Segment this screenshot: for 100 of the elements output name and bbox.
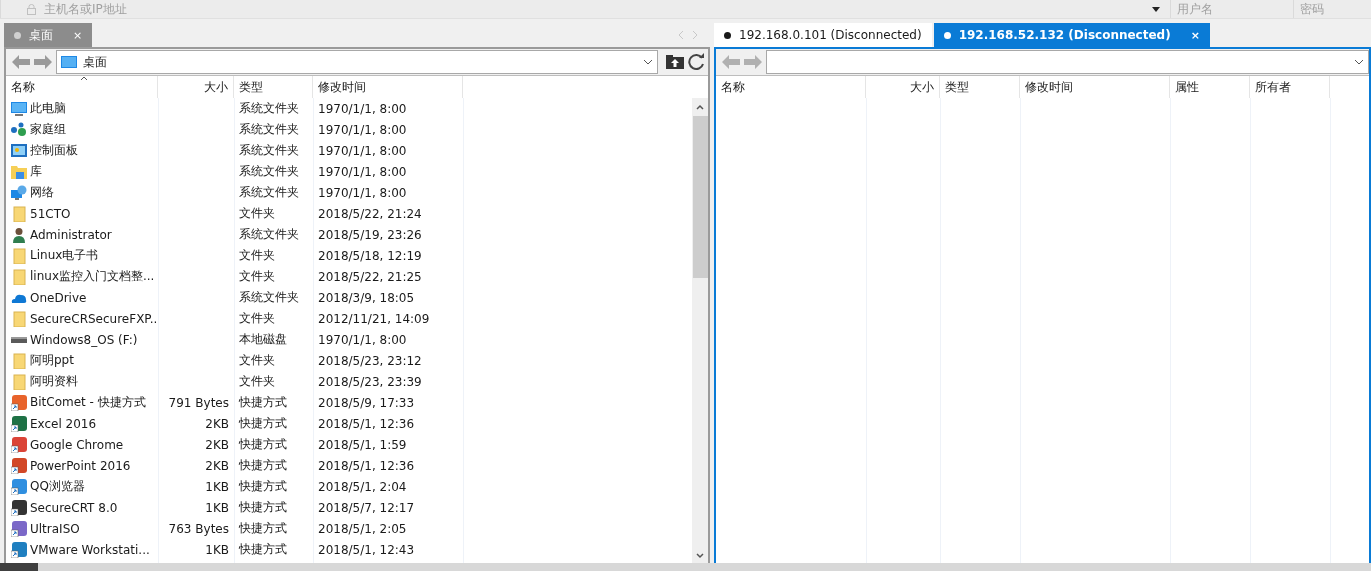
sort-caret-icon: [80, 76, 88, 81]
modified-time: 2012/11/21, 14:09: [318, 311, 430, 326]
folder-icon: [11, 352, 27, 369]
desktop-icon: [61, 56, 77, 68]
column-header[interactable]: 大小: [866, 76, 940, 98]
file-type: 快捷方式: [239, 457, 287, 474]
status-dot-icon: [14, 31, 21, 39]
column-header[interactable]: 大小: [158, 76, 234, 98]
file-type: 系统文件夹: [239, 121, 299, 138]
dropdown-caret-icon[interactable]: [1151, 6, 1160, 12]
file-name[interactable]: BitComet - 快捷方式: [30, 394, 146, 411]
file-name[interactable]: PowerPoint 2016: [30, 458, 131, 473]
file-name[interactable]: 51CTO: [30, 206, 71, 221]
drive-icon: [11, 336, 27, 343]
column-header[interactable]: 修改时间: [313, 76, 463, 98]
file-name[interactable]: Windows8_OS (F:): [30, 332, 138, 347]
file-name[interactable]: linux监控入门文档整...: [30, 268, 155, 285]
modified-time: 2018/5/23, 23:12: [318, 353, 422, 368]
modified-time: 1970/1/1, 8:00: [318, 185, 407, 200]
file-name[interactable]: 控制面板: [30, 142, 78, 159]
modified-time: 2018/5/1, 1:59: [318, 437, 407, 452]
modified-time: 1970/1/1, 8:00: [318, 164, 407, 179]
column-header[interactable]: 类型: [940, 76, 1020, 98]
column-header[interactable]: 名称: [6, 76, 158, 98]
back-arrow-icon[interactable]: [12, 55, 30, 69]
modified-time: 2018/5/9, 17:33: [318, 395, 415, 410]
file-size: 1KB: [205, 500, 229, 515]
refresh-icon[interactable]: [688, 53, 706, 71]
file-size: 2KB: [205, 416, 229, 431]
back-arrow-icon[interactable]: [722, 55, 740, 69]
file-type: 快捷方式: [239, 541, 287, 558]
control-panel-icon: [11, 142, 27, 159]
library-icon: [11, 163, 27, 180]
file-name[interactable]: 家庭组: [30, 121, 66, 138]
modified-time: 2018/5/1, 12:43: [318, 542, 415, 557]
file-size: 1KB: [205, 479, 229, 494]
modified-time: 1970/1/1, 8:00: [318, 101, 407, 116]
file-name[interactable]: Excel 2016: [30, 416, 97, 431]
path-field[interactable]: [766, 50, 1369, 74]
vertical-scrollbar[interactable]: [692, 98, 708, 563]
forward-arrow-icon[interactable]: [744, 55, 762, 69]
close-tab-button[interactable]: ×: [1190, 28, 1200, 42]
modified-time: 2018/5/1, 2:04: [318, 479, 407, 494]
scroll-up-icon[interactable]: [696, 104, 704, 110]
column-header[interactable]: 修改时间: [1020, 76, 1170, 98]
file-name[interactable]: 阿明资料: [30, 373, 78, 390]
dropdown-caret-icon[interactable]: [1354, 59, 1364, 65]
column-header[interactable]: 名称: [716, 76, 866, 98]
connection-tab[interactable]: 192.168.0.101 (Disconnected): [714, 23, 932, 47]
tab-scroll-left-icon[interactable]: [678, 30, 684, 40]
file-name[interactable]: Google Chrome: [30, 437, 124, 452]
file-name[interactable]: 网络: [30, 184, 54, 201]
file-type: 文件夹: [239, 247, 275, 264]
file-type: 系统文件夹: [239, 226, 299, 243]
folder-icon: [11, 310, 27, 327]
file-name[interactable]: Administrator: [30, 227, 112, 242]
scroll-down-icon[interactable]: [696, 553, 704, 559]
column-header[interactable]: 属性: [1170, 76, 1250, 98]
path-field[interactable]: 桌面: [56, 50, 658, 74]
modified-time: 2018/5/7, 12:17: [318, 500, 415, 515]
connection-tab[interactable]: 192.168.52.132 (Disconnected) ×: [933, 23, 1210, 47]
file-type: 系统文件夹: [239, 163, 299, 180]
status-dot-icon: [943, 31, 951, 39]
file-name[interactable]: 阿明ppt: [30, 352, 74, 369]
monitor-icon: [11, 100, 27, 117]
file-type: 文件夹: [239, 205, 275, 222]
folder-icon: [11, 373, 27, 390]
file-name[interactable]: 库: [30, 163, 42, 180]
file-name[interactable]: SecureCRSecureFXP...: [30, 311, 158, 326]
modified-time: 2018/5/22, 21:25: [318, 269, 422, 284]
lock-icon: [27, 3, 36, 15]
homegroup-icon: [11, 121, 27, 138]
folder-icon: [11, 268, 27, 285]
modified-time: 1970/1/1, 8:00: [318, 122, 407, 137]
file-type: 快捷方式: [239, 394, 287, 411]
file-name[interactable]: VMware Workstati...: [30, 542, 150, 557]
column-header[interactable]: 所有者: [1250, 76, 1330, 98]
file-name[interactable]: QQ浏览器: [30, 478, 85, 495]
file-size: 791 Bytes: [168, 395, 229, 410]
file-type: 快捷方式: [239, 415, 287, 432]
file-type: 文件夹: [239, 268, 275, 285]
file-name[interactable]: Linux电子书: [30, 247, 99, 264]
modified-time: 2018/5/1, 2:05: [318, 521, 407, 536]
file-type: 系统文件夹: [239, 142, 299, 159]
dropdown-caret-icon[interactable]: [643, 59, 653, 65]
upload-folder-icon[interactable]: [666, 55, 684, 69]
file-name[interactable]: OneDrive: [30, 290, 87, 305]
file-name[interactable]: UltraISO: [30, 521, 80, 536]
file-type: 系统文件夹: [239, 100, 299, 117]
modified-time: 1970/1/1, 8:00: [318, 143, 407, 158]
folder-icon: [11, 205, 27, 222]
forward-arrow-icon[interactable]: [34, 55, 52, 69]
file-name[interactable]: 此电脑: [30, 100, 66, 117]
file-size: 1KB: [205, 542, 229, 557]
modified-time: 1970/1/1, 8:00: [318, 332, 407, 347]
file-type: 快捷方式: [239, 520, 287, 537]
tab-scroll-right-icon[interactable]: [692, 30, 698, 40]
modified-time: 2018/5/22, 21:24: [318, 206, 422, 221]
file-name[interactable]: SecureCRT 8.0: [30, 500, 118, 515]
column-header[interactable]: 类型: [234, 76, 313, 98]
